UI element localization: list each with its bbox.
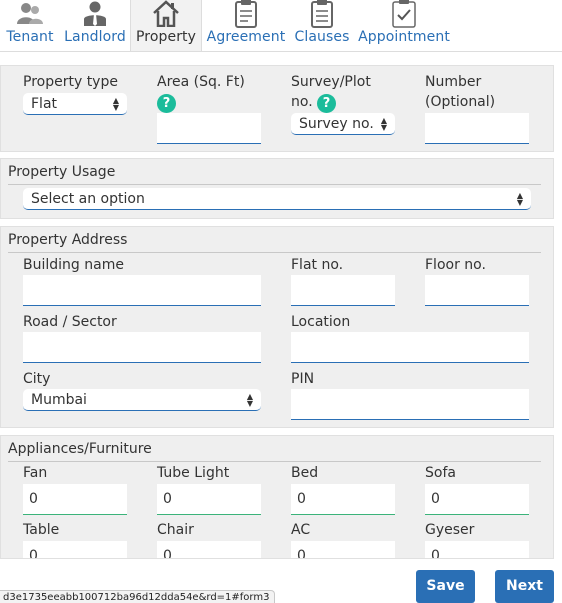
appliance-input-ac[interactable]	[291, 541, 395, 558]
appliance-input-tube-light[interactable]	[157, 484, 261, 515]
city-label: City	[23, 371, 51, 387]
select-arrows-icon: ▲ ▼	[112, 95, 119, 112]
tab-appointment[interactable]: Appointment	[354, 0, 454, 51]
tab-landlord[interactable]: Landlord	[60, 0, 130, 51]
tab-label: Landlord	[64, 29, 126, 45]
tenant-icon	[15, 0, 45, 27]
legend-divider	[8, 184, 541, 185]
number-input[interactable]	[425, 113, 529, 144]
property-usage-panel: Property Usage Select an option ▲ ▼	[0, 158, 554, 219]
property-details-panel: Property type Flat ▲ ▼ Area (Sq. Ft) ? Su…	[0, 65, 554, 152]
appliances-legend: Appliances/Furniture	[8, 441, 152, 457]
survey-type-select[interactable]: Survey no. ▲ ▼	[291, 113, 395, 135]
tab-label: Tenant	[6, 29, 54, 45]
help-icon[interactable]: ?	[317, 94, 336, 113]
tab-bar: Tenant Landlord Property Agreement Claus…	[0, 0, 562, 52]
appliance-input-table[interactable]	[23, 541, 127, 558]
floor-no-label: Floor no.	[425, 257, 486, 273]
select-arrows-icon: ▲ ▼	[246, 391, 253, 408]
property-type-select[interactable]: Flat ▲ ▼	[23, 93, 127, 115]
clipboard-check-icon	[390, 0, 418, 28]
status-url-bar: d3e1735eeabb100712ba96d12dda54e&rd=1#for…	[0, 590, 275, 603]
clipboard-list-icon	[309, 0, 335, 28]
city-value: Mumbai	[31, 391, 87, 408]
appliance-input-bed[interactable]	[291, 484, 395, 515]
floor-no-input[interactable]	[425, 275, 529, 306]
appliance-label-tube-light: Tube Light	[157, 465, 230, 481]
survey-label-line2: no.	[291, 94, 313, 110]
tab-tenant[interactable]: Tenant	[0, 0, 60, 51]
appliance-input-fan[interactable]	[23, 484, 127, 515]
appliance-label-chair: Chair	[157, 522, 194, 538]
property-type-label: Property type	[23, 74, 118, 90]
pin-input[interactable]	[291, 389, 529, 420]
area-input[interactable]	[157, 113, 261, 144]
help-icon[interactable]: ?	[157, 94, 176, 113]
clipboard-icon	[233, 0, 259, 28]
area-label: Area (Sq. Ft)	[157, 74, 245, 90]
city-select[interactable]: Mumbai ▲ ▼	[23, 389, 261, 411]
appliance-label-ac: AC	[291, 522, 311, 538]
survey-type-value: Survey no.	[299, 115, 374, 132]
landlord-icon	[82, 0, 108, 27]
appliances-panel: Appliances/Furniture Fan Tube Light Bed …	[0, 435, 554, 559]
tab-label: Appointment	[358, 29, 450, 45]
appliance-label-sofa: Sofa	[425, 465, 456, 481]
building-name-input[interactable]	[23, 275, 261, 306]
appliance-input-chair[interactable]	[157, 541, 261, 558]
building-name-label: Building name	[23, 257, 124, 273]
legend-divider	[8, 252, 541, 253]
legend-divider	[8, 461, 541, 462]
save-button[interactable]: Save	[416, 570, 475, 603]
tab-clauses[interactable]: Clauses	[290, 0, 354, 51]
number-label-line1: Number	[425, 74, 482, 90]
next-button[interactable]: Next	[495, 570, 554, 603]
road-sector-input[interactable]	[23, 332, 261, 363]
appliance-input-gyeser[interactable]	[425, 541, 529, 558]
property-address-panel: Property Address Building name Flat no. …	[0, 226, 554, 428]
tab-property[interactable]: Property	[130, 0, 202, 51]
property-type-value: Flat	[31, 95, 58, 112]
select-arrows-icon: ▲ ▼	[380, 115, 387, 132]
property-usage-legend: Property Usage	[8, 164, 116, 180]
survey-label-line1: Survey/Plot	[291, 74, 371, 90]
flat-no-input[interactable]	[291, 275, 395, 306]
select-arrows-icon: ▲ ▼	[516, 190, 523, 207]
pin-label: PIN	[291, 371, 315, 387]
property-usage-select[interactable]: Select an option ▲ ▼	[23, 188, 531, 210]
property-address-legend: Property Address	[8, 232, 128, 248]
tab-agreement[interactable]: Agreement	[202, 0, 290, 51]
appliance-input-sofa[interactable]	[425, 484, 529, 515]
location-input[interactable]	[291, 332, 529, 363]
appliance-label-table: Table	[23, 522, 60, 538]
appliance-label-bed: Bed	[291, 465, 319, 481]
tab-label: Agreement	[206, 29, 286, 45]
road-sector-label: Road / Sector	[23, 314, 117, 330]
location-label: Location	[291, 314, 351, 330]
house-icon	[151, 0, 181, 27]
tab-label: Property	[135, 29, 197, 45]
tab-label: Clauses	[294, 29, 350, 45]
appliance-label-fan: Fan	[23, 465, 48, 481]
appliance-label-gyeser: Gyeser	[425, 522, 475, 538]
flat-no-label: Flat no.	[291, 257, 344, 273]
number-label-line2: (Optional)	[425, 94, 496, 110]
property-usage-value: Select an option	[31, 190, 145, 207]
